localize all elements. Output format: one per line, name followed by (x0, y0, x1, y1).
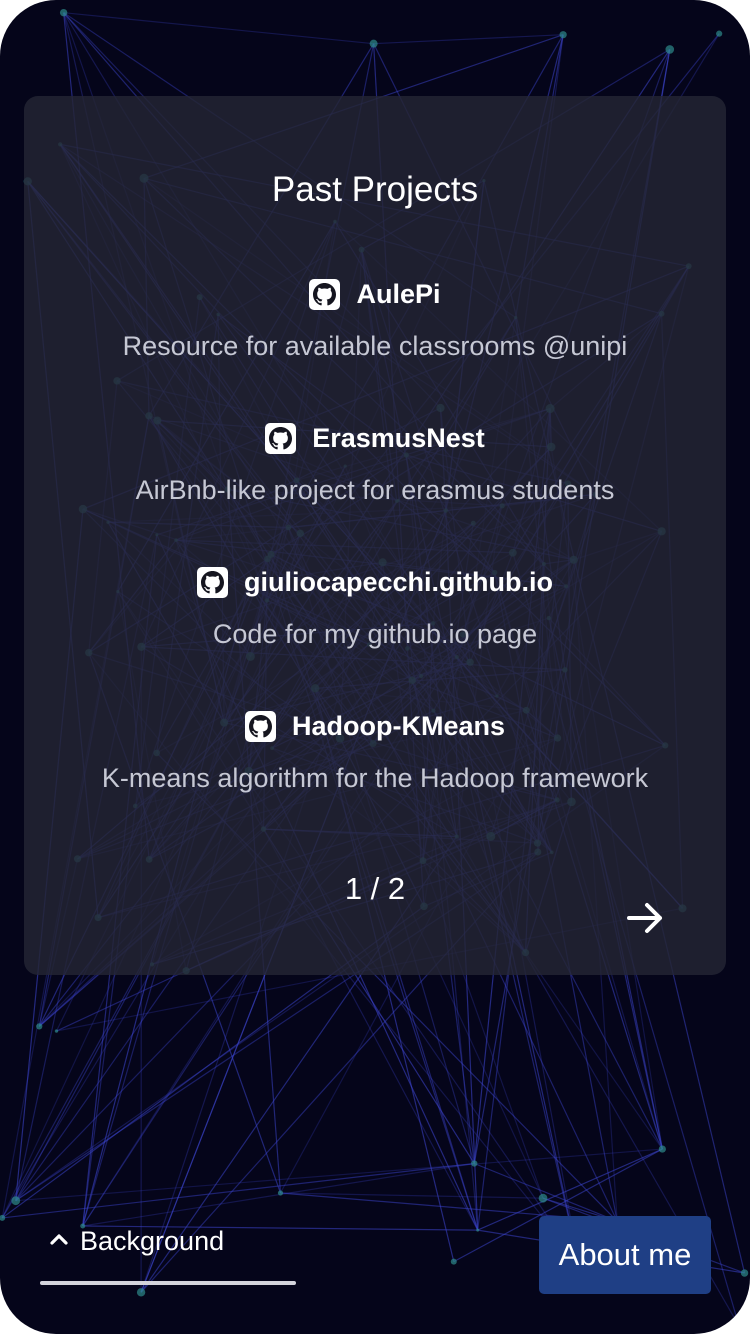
network-node (716, 30, 723, 37)
project-header: AulePi (0, 274, 750, 314)
network-node (471, 1160, 478, 1167)
card-title: Past Projects (271, 170, 479, 209)
project-description: Code for my github.io page (212, 619, 538, 649)
arrow-right-icon[interactable] (624, 896, 668, 940)
network-node (559, 31, 567, 39)
project-link-hadoop-kmeans[interactable]: Hadoop-KMeans (292, 711, 505, 742)
network-node (736, 1323, 742, 1329)
network-node (136, 1288, 146, 1297)
network-node (54, 1029, 59, 1033)
background-toggle-row: Background (40, 1218, 296, 1264)
project-item: giuliocapecchi.github.io Code for my git… (0, 562, 750, 652)
network-node (277, 1190, 284, 1196)
project-header: Hadoop-KMeans (0, 706, 750, 746)
project-item: AulePi Resource for available classrooms… (0, 274, 750, 364)
github-icon[interactable] (244, 710, 276, 742)
network-node (36, 1023, 43, 1030)
network-node (11, 1196, 21, 1206)
network-node (538, 1193, 548, 1203)
network-link (280, 1192, 544, 1199)
background-toggle-label: Background (80, 1225, 225, 1256)
chevron-up-icon (48, 1228, 70, 1255)
network-node (658, 1145, 666, 1153)
network-link (2, 1162, 475, 1219)
network-link (63, 12, 374, 45)
project-description: K-means algorithm for the Hadoop framewo… (101, 763, 649, 793)
network-node (450, 1258, 457, 1265)
background-toggle[interactable]: Background (40, 1218, 296, 1285)
project-description: Resource for available classrooms @unipi (122, 331, 628, 361)
background-toggle-underline (40, 1281, 296, 1285)
network-node (476, 1228, 480, 1232)
project-item: ErasmusNest AirBnb-like project for eras… (0, 418, 750, 508)
project-link-aulepi[interactable]: AulePi (356, 279, 440, 310)
about-me-button[interactable]: About me (539, 1216, 711, 1294)
github-icon[interactable] (309, 278, 341, 310)
network-link (373, 34, 564, 45)
network-node (59, 8, 68, 17)
project-header: ErasmusNest (0, 418, 750, 458)
project-link-erasmusnest[interactable]: ErasmusNest (312, 423, 485, 454)
github-icon[interactable] (265, 422, 297, 454)
project-item: Hadoop-KMeans K-means algorithm for the … (0, 706, 750, 796)
project-header: giuliocapecchi.github.io (0, 562, 750, 602)
project-description: AirBnb-like project for erasmus students (135, 475, 615, 505)
app-screen: Past Projects AulePi Resource for availa… (0, 0, 750, 1334)
past-projects-card (24, 96, 726, 975)
network-node (665, 45, 675, 54)
network-node (740, 1269, 749, 1277)
project-link-github-io[interactable]: giuliocapecchi.github.io (244, 567, 553, 598)
network-node (369, 39, 378, 48)
github-icon[interactable] (196, 566, 228, 598)
